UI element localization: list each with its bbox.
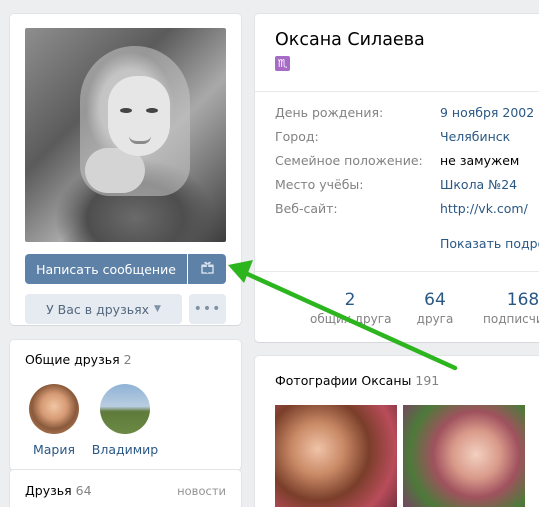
friends-header[interactable]: Друзья 64 [25,483,92,498]
zodiac-icon: ♏ [275,56,290,71]
friends-title: Друзья [25,483,72,498]
info-label: Место учёбы: [275,177,364,192]
photos-card: Фотографии Оксаны 191 [255,356,539,507]
counter-number: 168 [506,290,539,310]
counter-label: друга [416,312,454,326]
photos-header[interactable]: Фотографии Оксаны 191 [275,373,439,388]
info-row-city: Город: Челябинск [275,129,510,147]
counter-number: 64 [424,290,446,310]
friends-status-button[interactable]: У Вас в друзьях ▼ [25,294,182,324]
photo-eye [146,108,158,113]
relationship-value: не замужем [440,153,520,168]
counter-label: общих друга [310,312,392,326]
counter-common-friends[interactable]: 2 общих друга [310,290,392,326]
counter-label: подписчиков [483,312,539,326]
friends-count: 64 [75,483,92,498]
photo-thumbnail[interactable] [403,405,525,507]
school-link[interactable]: Школа №24 [440,177,517,195]
avatar [100,384,150,434]
chevron-down-icon: ▼ [154,304,161,314]
common-friends-count: 2 [123,352,132,367]
divider [255,91,539,92]
divider [255,271,539,272]
info-row-website: Веб-сайт: http://vk.com/ [275,201,528,219]
friends-news-link[interactable]: новости [177,484,226,498]
friends-status-label: У Вас в друзьях [46,301,149,317]
common-friends-card: Общие друзья 2 Мария Владимир [10,340,241,470]
common-friends-header[interactable]: Общие друзья 2 [25,352,132,367]
counter-friends[interactable]: 64 друга [395,290,475,326]
counter-number: 2 [344,290,356,310]
photos-title: Фотографии Оксаны [275,373,412,388]
info-label: День рождения: [275,105,384,120]
info-label: Город: [275,129,319,144]
birthday-link[interactable]: 9 ноября 2002 г. [440,105,539,123]
more-actions-button[interactable]: ••• [189,294,226,324]
profile-card: Написать сообщение У Вас в друзьях ▼ ••• [10,14,241,325]
send-message-button[interactable]: Написать сообщение [25,254,187,284]
counter-followers[interactable]: 168 подписчиков [483,290,539,326]
friend-name: Мария [32,442,76,457]
friend-item[interactable]: Мария [19,384,89,457]
friends-card: Друзья 64 новости [10,470,241,507]
gift-button[interactable] [188,254,226,284]
photo-face [108,76,170,156]
gift-icon [200,261,214,278]
avatar [29,384,79,434]
show-more-info-link[interactable]: Показать подробную информацию [440,236,539,251]
city-link[interactable]: Челябинск [440,129,510,147]
photo-thumbnail[interactable] [275,405,397,507]
info-label: Веб-сайт: [275,201,338,216]
info-label: Семейное положение: [275,153,423,168]
profile-info-card: Оксана Силаева ♏ День рождения: 9 ноября… [255,14,539,342]
info-row-relationship: Семейное положение: не замужем [275,153,519,171]
friend-item[interactable]: Владимир [90,384,160,457]
page-title: Оксана Силаева [275,30,425,50]
common-friends-title: Общие друзья [25,352,120,367]
info-row-birthday: День рождения: 9 ноября 2002 г. [275,105,539,123]
photo-eye [120,108,132,113]
photos-count: 191 [415,373,440,388]
website-link[interactable]: http://vk.com/ [440,201,528,219]
friend-name: Владимир [91,442,159,457]
profile-photo[interactable] [25,28,226,242]
info-row-education: Место учёбы: Школа №24 [275,177,517,195]
